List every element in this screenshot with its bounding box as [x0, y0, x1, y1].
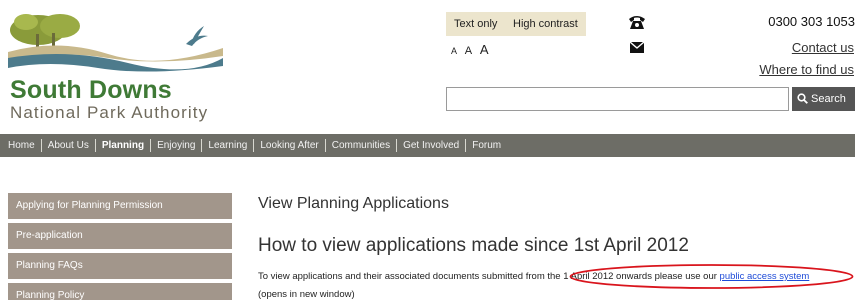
nav-item-communities[interactable]: Communities — [324, 139, 396, 152]
nav-item-looking-after[interactable]: Looking After — [253, 139, 324, 152]
search-button[interactable]: Search — [792, 87, 855, 111]
nav-item-home[interactable]: Home — [2, 139, 41, 152]
text-size-controls: A A A — [451, 42, 494, 57]
search-icon — [797, 93, 808, 104]
nav-item-enjoying[interactable]: Enjoying — [150, 139, 201, 152]
logo-title: South Downs — [10, 76, 172, 104]
sidebar-menu: Applying for Planning Permission Pre-app… — [8, 193, 232, 300]
contact-us-link[interactable]: Contact us — [792, 40, 854, 55]
where-to-find-us-link[interactable]: Where to find us — [759, 62, 854, 77]
highlight-annotation — [569, 264, 854, 289]
sidebar-item-planning-policy[interactable]: Planning Policy — [8, 283, 232, 300]
high-contrast-button[interactable]: High contrast — [505, 12, 586, 36]
opens-new-window-note: (opens in new window) — [258, 289, 355, 300]
nav-item-learning[interactable]: Learning — [201, 139, 253, 152]
sidebar-item-planning-faqs[interactable]: Planning FAQs — [8, 253, 232, 279]
phone-icon — [629, 16, 645, 29]
text-size-small[interactable]: A — [451, 46, 457, 56]
section-title: How to view applications made since 1st … — [258, 235, 689, 256]
mail-icon — [630, 42, 644, 53]
logo-landscape-icon — [8, 14, 223, 72]
sidebar-item-pre-application[interactable]: Pre-application — [8, 223, 232, 249]
search-button-label: Search — [811, 93, 846, 105]
main-nav: Home About Us Planning Enjoying Learning… — [0, 134, 855, 157]
nav-item-forum[interactable]: Forum — [465, 139, 507, 152]
search-input[interactable] — [446, 87, 789, 111]
nav-item-get-involved[interactable]: Get Involved — [396, 139, 465, 152]
sidebar-item-applying[interactable]: Applying for Planning Permission — [8, 193, 232, 219]
text-size-medium[interactable]: A — [465, 45, 472, 57]
site-logo[interactable]: South Downs National Park Authority — [8, 8, 223, 123]
nav-item-about-us[interactable]: About Us — [40, 139, 95, 152]
text-only-button[interactable]: Text only — [446, 12, 506, 36]
page-title: View Planning Applications — [258, 195, 449, 212]
nav-item-planning[interactable]: Planning — [94, 139, 150, 152]
logo-subtitle: National Park Authority — [10, 103, 209, 122]
phone-number: 0300 303 1053 — [768, 14, 855, 29]
text-size-large[interactable]: A — [480, 42, 489, 57]
